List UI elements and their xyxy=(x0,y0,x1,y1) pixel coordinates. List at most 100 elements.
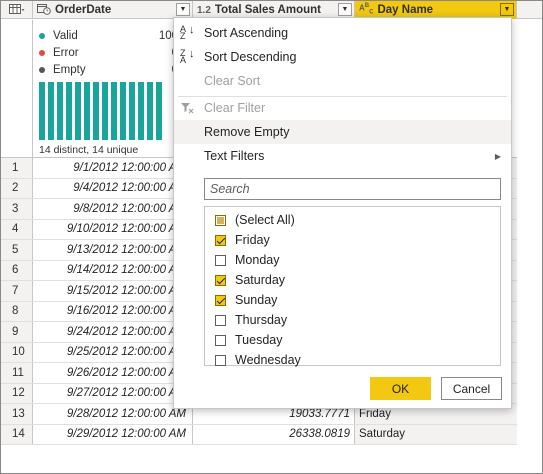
filter-option[interactable]: Friday xyxy=(215,230,270,250)
sort-ascending-item[interactable]: A Z ↓ Sort Ascending xyxy=(174,21,511,45)
column-header-orderdate[interactable]: OrderDate ▼ xyxy=(33,1,193,19)
histogram-bar[interactable] xyxy=(120,82,126,140)
row-number[interactable]: 10 xyxy=(1,342,33,362)
orderdate-cell[interactable]: 9/29/2012 12:00:00 AM xyxy=(33,424,193,444)
text-type-icon: ABC xyxy=(359,2,374,16)
filter-option-label: Thursday xyxy=(235,313,288,327)
clear-filter-icon xyxy=(180,101,194,115)
filter-option-label: Sunday xyxy=(235,293,278,307)
sort-descending-icon: Z A ↓ xyxy=(180,48,195,65)
row-number[interactable]: 5 xyxy=(1,240,33,260)
menu-item-label: Text Filters xyxy=(204,149,265,163)
orderdate-cell[interactable]: 9/28/2012 12:00:00 AM xyxy=(33,404,193,424)
row-number[interactable]: 9 xyxy=(1,322,33,342)
histogram-bar[interactable] xyxy=(75,82,81,140)
menu-item-label: Sort Descending xyxy=(204,50,297,64)
histogram-bar[interactable] xyxy=(93,82,99,140)
histogram-bar[interactable] xyxy=(39,82,45,140)
orderdate-cell[interactable]: 9/8/2012 12:00:00 AM xyxy=(33,199,193,219)
histogram-bar[interactable] xyxy=(57,82,63,140)
row-number[interactable]: 12 xyxy=(1,383,33,403)
orderdate-cell[interactable]: 9/14/2012 12:00:00 AM xyxy=(33,260,193,280)
quality-label: Error xyxy=(53,46,79,59)
checkbox[interactable] xyxy=(215,214,226,226)
remove-empty-item[interactable]: Remove Empty xyxy=(174,120,511,144)
menu-item-label: Remove Empty xyxy=(204,125,290,139)
checkbox[interactable] xyxy=(215,354,226,366)
empty-dot-icon xyxy=(39,66,45,73)
day-name-cell[interactable]: Saturday xyxy=(355,424,517,444)
orderdate-cell[interactable]: 9/26/2012 12:00:00 AM xyxy=(33,363,193,383)
row-number[interactable]: 3 xyxy=(1,199,33,219)
filter-option[interactable]: Sunday xyxy=(215,290,277,310)
checkbox[interactable] xyxy=(215,294,226,306)
error-dot-icon xyxy=(39,49,45,56)
clear-sort-item[interactable]: Clear Sort xyxy=(174,69,511,93)
cancel-button[interactable]: Cancel xyxy=(441,377,502,400)
total-sales-cell[interactable]: 26338.0819 xyxy=(193,424,355,444)
filter-option-label: Monday xyxy=(235,253,280,267)
table-row[interactable]: 14 9/29/2012 12:00:00 AM 26338.0819 Saturda… xyxy=(1,424,517,445)
text-filters-item[interactable]: Text Filters ▶ xyxy=(174,144,511,168)
column-filter-menu: A Z ↓ Sort Ascending Z A ↓ Sort Descending C… xyxy=(173,17,512,409)
row-number[interactable]: 4 xyxy=(1,219,33,239)
row-number[interactable]: 13 xyxy=(1,404,33,424)
column-header-label: Day Name xyxy=(377,4,434,16)
chevron-down-icon[interactable]: ▼ xyxy=(176,3,190,16)
sort-descending-item[interactable]: Z A ↓ Sort Descending xyxy=(174,45,511,69)
filter-option[interactable]: Saturday xyxy=(215,270,285,290)
orderdate-cell[interactable]: 9/27/2012 12:00:00 AM xyxy=(33,383,193,403)
orderdate-cell[interactable]: 9/4/2012 12:00:00 AM xyxy=(33,178,193,198)
histogram-bar[interactable] xyxy=(111,82,117,140)
histogram-bar[interactable] xyxy=(138,82,144,140)
filter-option[interactable]: Monday xyxy=(215,250,279,270)
orderdate-cell[interactable]: 9/24/2012 12:00:00 AM xyxy=(33,322,193,342)
row-number[interactable]: 14 xyxy=(1,424,33,444)
orderdate-cell[interactable]: 9/16/2012 12:00:00 AM xyxy=(33,301,193,321)
histogram-bar[interactable] xyxy=(66,82,72,140)
checkbox[interactable] xyxy=(215,334,226,346)
row-number[interactable]: 11 xyxy=(1,363,33,383)
checkbox[interactable] xyxy=(215,314,226,326)
histogram-bar[interactable] xyxy=(156,82,162,140)
filter-option[interactable]: Thursday xyxy=(215,310,287,330)
checkbox[interactable] xyxy=(215,254,226,266)
histogram-bar[interactable] xyxy=(84,82,90,140)
filter-option[interactable]: (Select All) xyxy=(215,210,295,230)
filter-option-label: Saturday xyxy=(235,273,286,287)
table-icon[interactable] xyxy=(1,1,33,19)
filter-option[interactable]: Tuesday xyxy=(215,330,282,350)
histogram-bar[interactable] xyxy=(48,82,54,140)
quality-error: Error 0 xyxy=(33,44,192,61)
grid-background xyxy=(518,19,542,473)
row-number[interactable]: 1 xyxy=(1,158,33,178)
histogram-bar[interactable] xyxy=(147,82,153,140)
decimal-type-icon: 1.2 xyxy=(197,4,211,16)
ok-button[interactable]: OK xyxy=(370,377,431,400)
histogram-bar[interactable] xyxy=(129,82,135,140)
row-number[interactable]: 6 xyxy=(1,260,33,280)
filter-option[interactable]: Wednesday xyxy=(215,350,301,370)
checkbox[interactable] xyxy=(215,274,226,286)
chevron-down-icon[interactable]: ▼ xyxy=(338,3,352,16)
row-number[interactable]: 8 xyxy=(1,301,33,321)
orderdate-cell[interactable]: 9/13/2012 12:00:00 AM xyxy=(33,240,193,260)
clear-filter-item[interactable]: Clear Filter xyxy=(174,96,511,120)
chevron-right-icon: ▶ xyxy=(494,151,501,161)
orderdate-cell[interactable]: 9/25/2012 12:00:00 AM xyxy=(33,342,193,362)
quality-empty: Empty 0 xyxy=(33,61,192,78)
menu-item-label: Clear Sort xyxy=(204,74,261,88)
orderdate-cell[interactable]: 9/10/2012 12:00:00 AM xyxy=(33,219,193,239)
orderdate-cell[interactable]: 9/15/2012 12:00:00 AM xyxy=(33,281,193,301)
row-number[interactable]: 7 xyxy=(1,281,33,301)
column-header-label: OrderDate xyxy=(55,4,112,16)
chevron-down-icon[interactable]: ▼ xyxy=(500,3,514,16)
orderdate-cell[interactable]: 9/1/2012 12:00:00 AM xyxy=(33,158,193,178)
search-input[interactable]: Search xyxy=(204,178,501,200)
quality-valid: Valid 100 xyxy=(33,27,192,44)
sort-ascending-icon: A Z ↓ xyxy=(180,24,195,41)
histogram-bar[interactable] xyxy=(102,82,108,140)
checkbox[interactable] xyxy=(215,234,226,246)
row-number[interactable]: 2 xyxy=(1,178,33,198)
valid-dot-icon xyxy=(39,32,45,39)
